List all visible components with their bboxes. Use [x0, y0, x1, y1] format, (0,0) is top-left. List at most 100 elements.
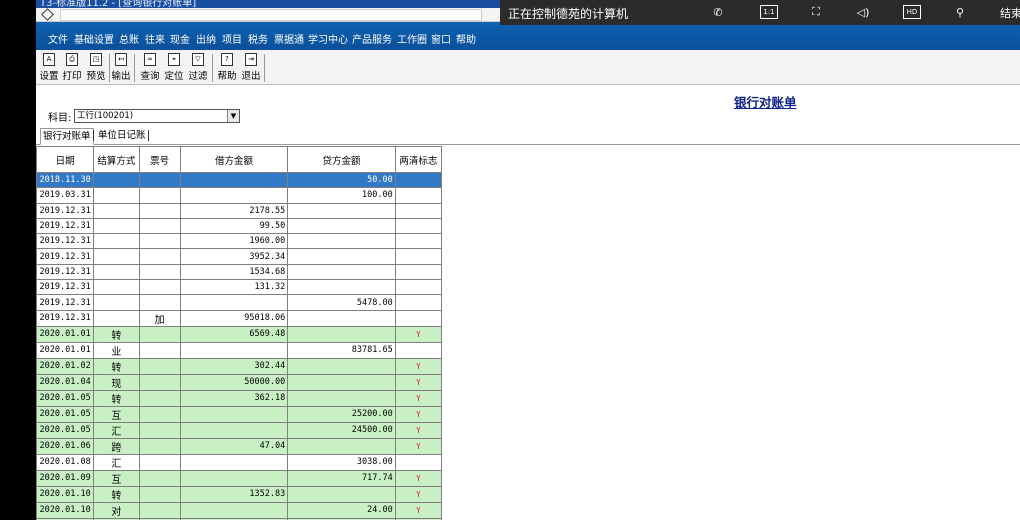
cell-debit[interactable] [179, 453, 289, 471]
cell-debit[interactable]: 99.50 [179, 217, 289, 235]
table-row[interactable]: 2020.01.05 互 25200.00 Y [36, 405, 443, 423]
table-row[interactable]: 2019.12.31 5478.00 [36, 294, 443, 311]
table-row[interactable]: 2020.01.05 汇 24500.00 Y [36, 421, 443, 439]
cell-settlement-method[interactable]: 现 [93, 373, 140, 391]
cell-date[interactable]: 2019.12.31 [36, 279, 95, 296]
menu-basic-settings[interactable]: 基础设置 [74, 31, 114, 46]
cell-settlement-method[interactable] [93, 248, 140, 265]
cell-ticket-no[interactable] [138, 233, 181, 250]
cell-ticket-no[interactable] [138, 485, 181, 503]
cell-credit[interactable] [287, 263, 396, 281]
cell-credit[interactable] [287, 389, 396, 407]
cell-ticket-no[interactable] [138, 421, 181, 439]
cell-clear-flag[interactable] [394, 233, 443, 250]
cell-date[interactable]: 2020.01.10 [36, 501, 95, 519]
cell-date[interactable]: 2019.12.31 [36, 248, 95, 265]
table-row[interactable]: 2020.01.05 转 362.18 Y [36, 389, 443, 407]
cell-clear-flag[interactable] [394, 187, 443, 204]
cell-settlement-method[interactable]: 汇 [93, 453, 140, 471]
cell-debit[interactable]: 2178.55 [179, 202, 289, 219]
table-row[interactable]: 2019.12.31 99.50 [36, 217, 443, 235]
address-field[interactable] [60, 9, 482, 21]
cell-clear-flag[interactable] [394, 202, 443, 219]
cell-debit[interactable]: 131.32 [179, 279, 289, 296]
menu-receivables-payables[interactable]: 往来 [145, 31, 165, 46]
cell-clear-flag[interactable]: Y [394, 325, 443, 343]
cell-debit[interactable]: 302.44 [179, 357, 289, 375]
header-date[interactable]: 日期 [36, 146, 95, 173]
table-row[interactable]: 2020.01.06 跨 47.04 Y [36, 437, 443, 455]
cell-settlement-method[interactable]: 互 [93, 405, 140, 423]
cell-clear-flag[interactable] [394, 171, 443, 189]
cell-debit[interactable]: 3952.34 [179, 248, 289, 265]
cell-date[interactable]: 2020.01.09 [36, 469, 95, 487]
table-row[interactable]: 2019.03.31 100.00 [36, 187, 443, 204]
cell-settlement-method[interactable]: 跨 [93, 437, 140, 455]
cell-settlement-method[interactable] [93, 217, 140, 235]
cell-settlement-method[interactable]: 转 [93, 357, 140, 375]
query-button[interactable]: ∞ 查询 [139, 53, 161, 83]
cell-credit[interactable] [287, 309, 396, 327]
menu-cash[interactable]: 现金 [170, 31, 190, 46]
cell-ticket-no[interactable] [138, 171, 181, 189]
locate-button[interactable]: ⌖ 定位 [163, 53, 185, 83]
cell-settlement-method[interactable]: 转 [93, 389, 140, 407]
cell-ticket-no[interactable] [138, 453, 181, 471]
cell-ticket-no[interactable] [138, 389, 181, 407]
cell-debit[interactable] [179, 294, 289, 311]
cell-credit[interactable] [287, 325, 396, 343]
cell-ticket-no[interactable] [138, 357, 181, 375]
menu-bill-pass[interactable]: 票据通 [274, 31, 304, 46]
cell-ticket-no[interactable] [138, 373, 181, 391]
table-row[interactable]: 2019.12.31 3952.34 [36, 248, 443, 265]
table-row[interactable]: 2020.01.10 对 24.00 Y [36, 501, 443, 519]
exit-button[interactable]: ⇥ 退出 [240, 53, 262, 83]
cell-clear-flag[interactable] [394, 341, 443, 359]
cell-credit[interactable]: 24500.00 [287, 421, 396, 439]
cell-ticket-no[interactable] [138, 405, 181, 423]
chevron-down-icon[interactable]: ▼ [227, 110, 239, 122]
header-debit[interactable]: 借方金额 [179, 146, 289, 173]
fullscreen-icon[interactable]: ⛶ [808, 5, 824, 19]
cell-clear-flag[interactable] [394, 309, 443, 327]
cell-credit[interactable]: 3038.00 [287, 453, 396, 471]
menu-learning-center[interactable]: 学习中心 [308, 31, 348, 46]
table-row[interactable]: 2020.01.09 互 717.74 Y [36, 469, 443, 487]
cell-credit[interactable] [287, 357, 396, 375]
cell-settlement-method[interactable] [93, 294, 140, 311]
cell-clear-flag[interactable]: Y [394, 437, 443, 455]
cell-ticket-no[interactable] [138, 325, 181, 343]
volume-icon[interactable]: ◁) [855, 5, 871, 19]
cell-debit[interactable]: 362.18 [179, 389, 289, 407]
cell-date[interactable]: 2019.12.31 [36, 263, 95, 281]
cell-credit[interactable] [287, 202, 396, 219]
menu-help[interactable]: 帮助 [456, 31, 476, 46]
cell-date[interactable]: 2020.01.10 [36, 485, 95, 503]
table-row[interactable]: 2020.01.04 现 50000.00 Y [36, 373, 443, 391]
cell-debit[interactable]: 47.04 [179, 437, 289, 455]
cell-ticket-no[interactable] [138, 279, 181, 296]
cell-ticket-no[interactable] [138, 341, 181, 359]
menu-work-circle[interactable]: 工作圈 [397, 31, 427, 46]
cell-debit[interactable] [179, 501, 289, 519]
cell-clear-flag[interactable] [394, 294, 443, 311]
menu-product-service[interactable]: 产品服务 [352, 31, 392, 46]
table-row[interactable]: 2020.01.08 汇 3038.00 [36, 453, 443, 471]
cell-debit[interactable]: 1960.00 [179, 233, 289, 250]
preview-button[interactable]: ◳ 预览 [85, 53, 107, 83]
cell-clear-flag[interactable] [394, 248, 443, 265]
cell-debit[interactable] [179, 469, 289, 487]
cell-credit[interactable] [287, 279, 396, 296]
cell-date[interactable]: 2020.01.05 [36, 389, 95, 407]
pin-icon[interactable]: ⚲ [952, 5, 968, 19]
table-row[interactable]: 2020.01.02 转 302.44 Y [36, 357, 443, 375]
cell-date[interactable]: 2020.01.06 [36, 437, 95, 455]
header-credit[interactable]: 贷方金额 [287, 146, 396, 173]
cell-date[interactable]: 2019.12.31 [36, 202, 95, 219]
cell-date[interactable]: 2020.01.01 [36, 325, 95, 343]
header-settlement-method[interactable]: 结算方式 [93, 146, 140, 173]
cell-clear-flag[interactable]: Y [394, 501, 443, 519]
menu-project[interactable]: 项目 [222, 31, 242, 46]
cell-ticket-no[interactable] [138, 202, 181, 219]
hd-icon[interactable]: HD [903, 5, 921, 19]
